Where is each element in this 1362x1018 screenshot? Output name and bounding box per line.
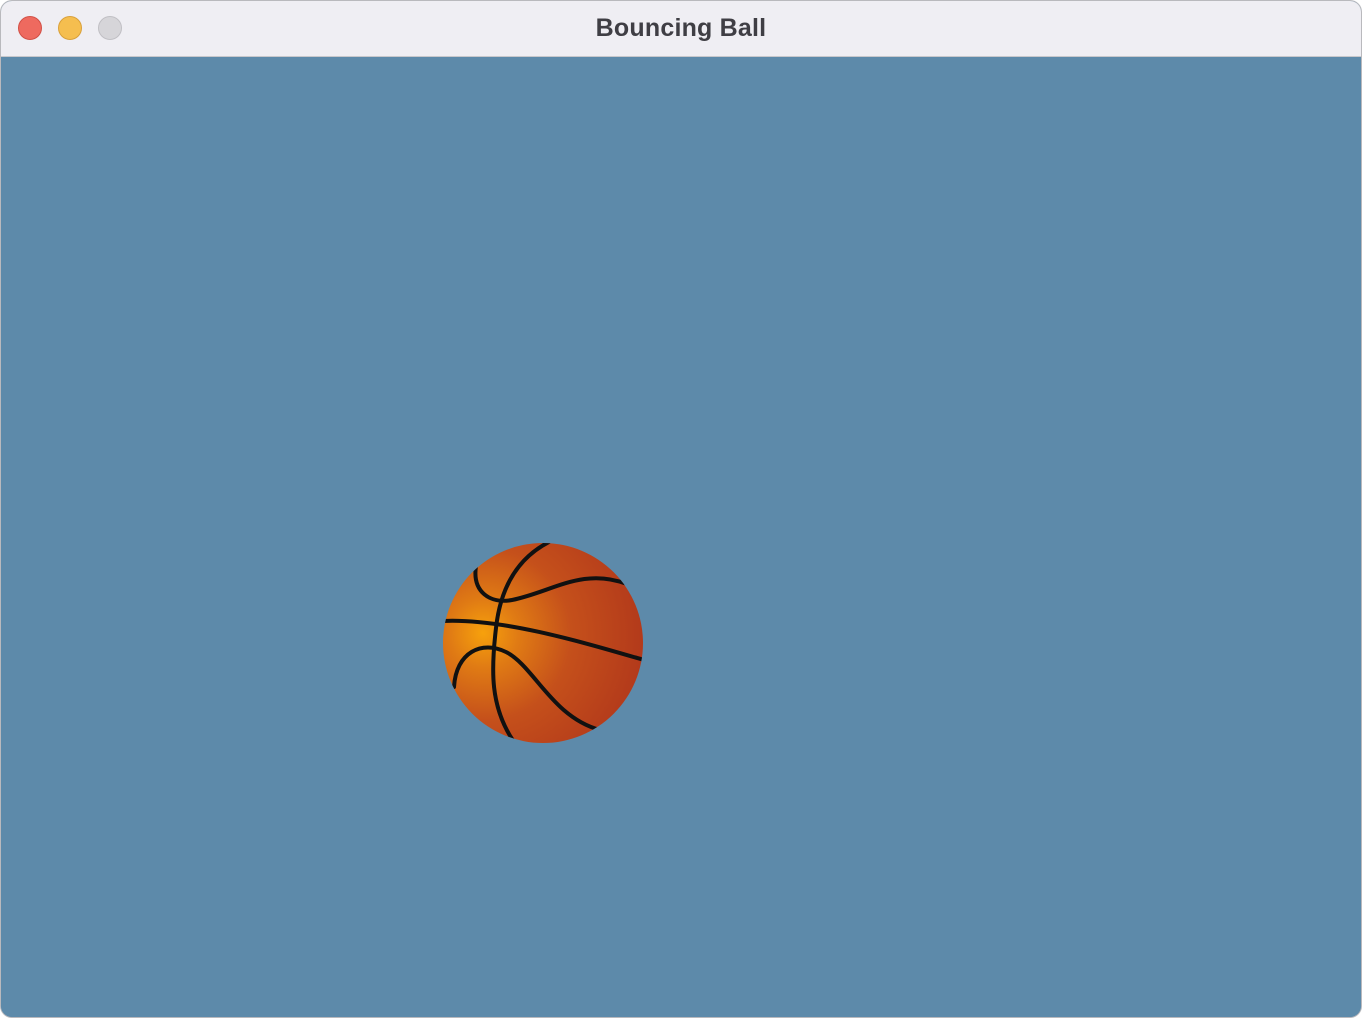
ball-body bbox=[443, 543, 643, 743]
window-title: Bouncing Ball bbox=[595, 14, 767, 42]
game-canvas[interactable] bbox=[1, 57, 1361, 1017]
basketball-icon bbox=[443, 543, 643, 743]
app-window: Bouncing Ball bbox=[0, 0, 1362, 1018]
title-bar[interactable]: Bouncing Ball bbox=[1, 1, 1361, 57]
